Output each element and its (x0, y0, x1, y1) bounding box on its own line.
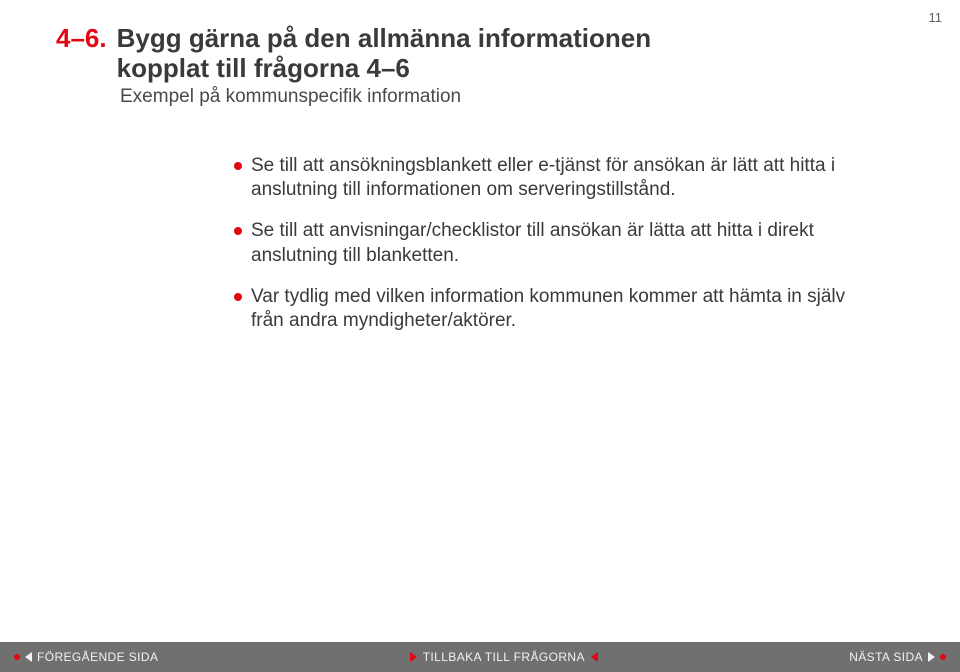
page: 11 4–6. Bygg gärna på den allmänna infor… (0, 0, 960, 672)
chevron-left-icon (25, 652, 32, 662)
back-to-questions-link[interactable]: TILLBAKA TILL FRÅGORNA (410, 650, 598, 664)
heading-line2: kopplat till frågorna 4–6 (117, 54, 652, 84)
list-item: Se till att ansökningsblankett eller e-t… (234, 154, 874, 203)
list-item: Se till att anvisningar/checklistor till… (234, 219, 874, 268)
heading-line1: Bygg gärna på den allmänna informationen (117, 24, 652, 54)
prev-page-link[interactable]: FÖREGÅENDE SIDA (14, 650, 158, 664)
back-label: TILLBAKA TILL FRÅGORNA (423, 650, 585, 664)
bullet-text: Var tydlig med vilken information kommun… (251, 285, 874, 334)
bullet-list: Se till att ansökningsblankett eller e-t… (234, 154, 874, 334)
footer-nav: FÖREGÅENDE SIDA TILLBAKA TILL FRÅGORNA N… (0, 642, 960, 672)
chevron-right-icon (410, 652, 417, 662)
prev-label: FÖREGÅENDE SIDA (37, 650, 158, 664)
heading: 4–6. Bygg gärna på den allmänna informat… (56, 24, 904, 84)
subtitle: Exempel på kommunspecifik information (120, 86, 904, 108)
chevron-left-icon (591, 652, 598, 662)
bullet-icon (234, 162, 242, 170)
heading-text: Bygg gärna på den allmänna informationen… (117, 24, 652, 84)
chevron-right-icon (928, 652, 935, 662)
next-page-link[interactable]: NÄSTA SIDA (849, 650, 946, 664)
bullet-icon (234, 293, 242, 301)
bullet-icon (14, 654, 20, 660)
bullet-text: Se till att ansökningsblankett eller e-t… (251, 154, 874, 203)
list-item: Var tydlig med vilken information kommun… (234, 285, 874, 334)
next-label: NÄSTA SIDA (849, 650, 923, 664)
heading-prefix: 4–6. (56, 24, 107, 54)
bullet-icon (940, 654, 946, 660)
bullet-text: Se till att anvisningar/checklistor till… (251, 219, 874, 268)
page-number: 11 (929, 10, 943, 25)
bullet-icon (234, 227, 242, 235)
